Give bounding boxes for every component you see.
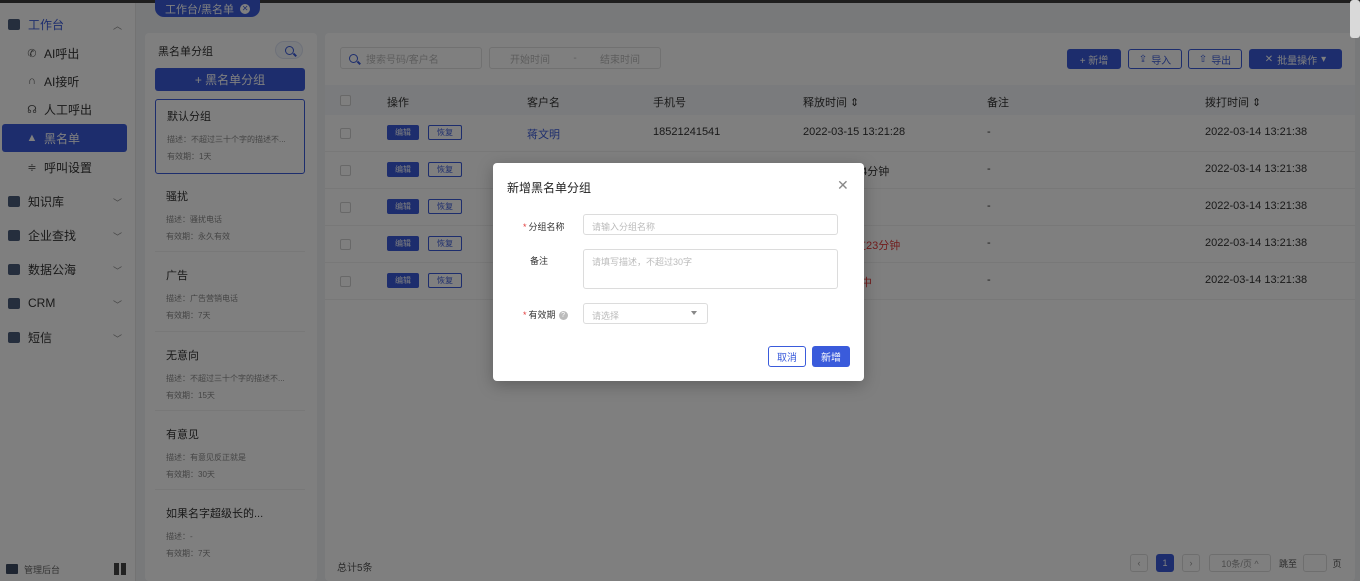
confirm-add-button[interactable]: 新增 xyxy=(812,346,850,367)
required-mark: * xyxy=(523,222,527,232)
validity-placeholder: 请选择 xyxy=(592,311,620,321)
note-textarea[interactable]: 请填写描述，不超过30字 xyxy=(583,249,838,289)
group-name-label-text: 分组名称 xyxy=(528,222,565,232)
group-name-label: * 分组名称 xyxy=(523,220,565,233)
validity-label-text: 有效期 xyxy=(528,310,556,320)
validity-label: * 有效期? xyxy=(523,308,568,321)
note-placeholder: 请填写描述，不超过30字 xyxy=(592,257,693,267)
caret-down-icon xyxy=(691,311,697,315)
cancel-button[interactable]: 取消 xyxy=(768,346,806,367)
dialog-title: 新增黑名单分组 xyxy=(507,181,592,195)
add-blacklist-group-dialog: 新增黑名单分组 ✕ * 分组名称 请输入分组名称 备注 请填写描述，不超过30字 … xyxy=(493,163,864,381)
help-icon[interactable]: ? xyxy=(558,311,568,321)
required-mark: * xyxy=(523,310,527,320)
validity-select[interactable]: 请选择 xyxy=(583,303,708,324)
note-label: 备注 xyxy=(530,256,549,266)
group-name-placeholder: 请输入分组名称 xyxy=(592,222,656,232)
group-name-input[interactable]: 请输入分组名称 xyxy=(583,214,838,235)
scrollbar[interactable] xyxy=(1350,0,1360,38)
close-icon[interactable]: ✕ xyxy=(837,177,849,194)
